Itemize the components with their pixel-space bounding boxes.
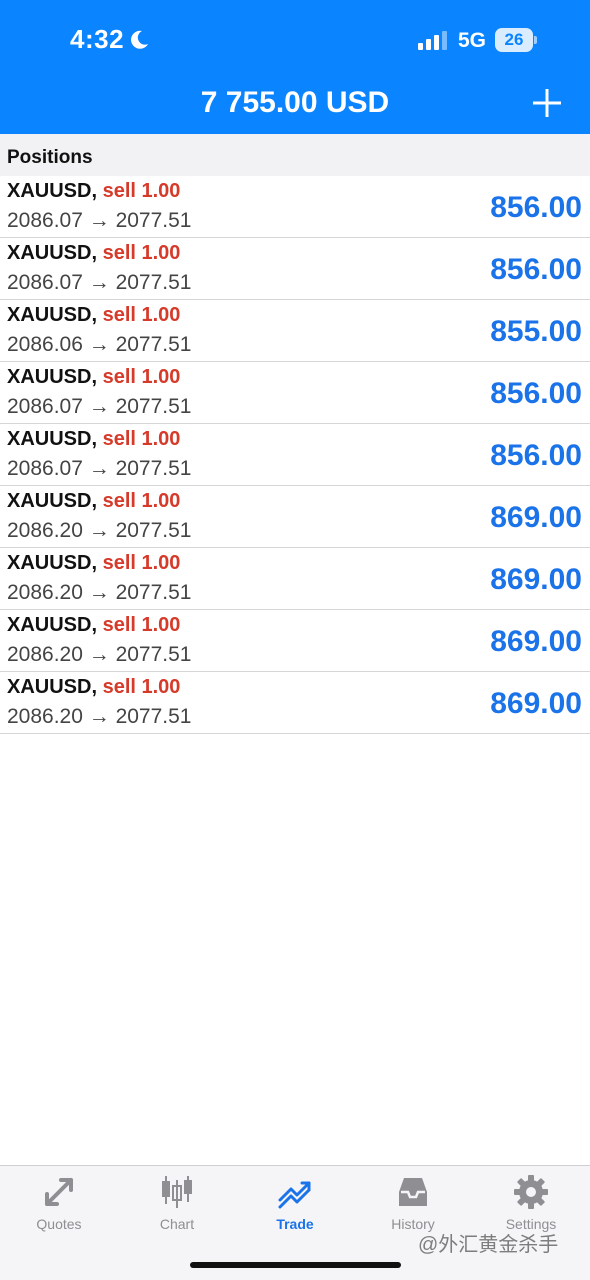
position-profit: 855.00 xyxy=(490,315,582,348)
watermark-text: @外汇黄金杀手 xyxy=(418,1234,559,1256)
position-symbol-line: XAUUSD, sell 1.00 xyxy=(7,304,180,327)
tab-trade[interactable]: Trade xyxy=(236,1166,354,1236)
position-symbol-line: XAUUSD, sell 1.00 xyxy=(7,242,180,265)
position-prices: 2086.20 → 2077.51 xyxy=(7,643,192,666)
position-symbol-line: XAUUSD, sell 1.00 xyxy=(7,490,180,513)
position-symbol: XAUUSD, xyxy=(7,552,98,574)
position-profit: 856.00 xyxy=(490,377,582,410)
position-symbol-line: XAUUSD, sell 1.00 xyxy=(7,428,180,451)
position-side: sell 1.00 xyxy=(102,366,181,388)
position-side: sell 1.00 xyxy=(102,242,181,264)
position-row[interactable]: XAUUSD, sell 1.00 2086.07 → 2077.51 856.… xyxy=(0,238,590,300)
position-prices: 2086.07 → 2077.51 xyxy=(7,271,192,294)
position-symbol: XAUUSD, xyxy=(7,366,98,388)
position-profit: 869.00 xyxy=(490,625,582,658)
account-balance: 7 755.00 USD xyxy=(200,86,390,119)
position-side: sell 1.00 xyxy=(102,490,181,512)
network-type: 5G xyxy=(458,29,487,52)
trade-trend-icon xyxy=(278,1181,311,1209)
position-row[interactable]: XAUUSD, sell 1.00 2086.07 → 2077.51 856.… xyxy=(0,362,590,424)
position-side: sell 1.00 xyxy=(102,180,181,202)
app-header: 4:32 5G 26 7 755.00 USD xyxy=(0,0,590,134)
position-prices: 2086.07 → 2077.51 xyxy=(7,457,192,480)
cellular-signal-icon xyxy=(418,31,447,50)
tab-label: Trade xyxy=(276,1216,314,1232)
home-indicator[interactable] xyxy=(190,1262,401,1268)
position-symbol-line: XAUUSD, sell 1.00 xyxy=(7,180,180,203)
position-profit: 856.00 xyxy=(490,439,582,472)
quotes-arrows-icon xyxy=(45,1178,73,1206)
position-row[interactable]: XAUUSD, sell 1.00 2086.20 → 2077.51 869.… xyxy=(0,672,590,734)
inbox-tray-icon xyxy=(399,1178,427,1206)
position-row[interactable]: XAUUSD, sell 1.00 2086.20 → 2077.51 869.… xyxy=(0,486,590,548)
position-row[interactable]: XAUUSD, sell 1.00 2086.20 → 2077.51 869.… xyxy=(0,548,590,610)
position-prices: 2086.20 → 2077.51 xyxy=(7,705,192,728)
position-symbol: XAUUSD, xyxy=(7,428,98,450)
position-prices: 2086.07 → 2077.51 xyxy=(7,395,192,418)
battery-icon: 26 xyxy=(495,28,537,52)
battery-level: 26 xyxy=(495,28,533,52)
status-time: 4:32 xyxy=(70,24,125,54)
position-symbol: XAUUSD, xyxy=(7,676,98,698)
position-symbol: XAUUSD, xyxy=(7,180,98,202)
tab-label: Chart xyxy=(159,1216,195,1232)
position-profit: 856.00 xyxy=(490,191,582,224)
tab-label: Quotes xyxy=(36,1216,82,1232)
positions-section-header: Positions xyxy=(0,134,590,176)
position-symbol: XAUUSD, xyxy=(7,242,98,264)
position-prices: 2086.20 → 2077.51 xyxy=(7,581,192,604)
candlestick-icon xyxy=(162,1176,192,1208)
status-bar: 4:32 5G 26 xyxy=(0,0,590,80)
position-row[interactable]: XAUUSD, sell 1.00 2086.06 → 2077.51 855.… xyxy=(0,300,590,362)
moon-icon xyxy=(131,30,148,49)
position-symbol: XAUUSD, xyxy=(7,490,98,512)
position-symbol-line: XAUUSD, sell 1.00 xyxy=(7,552,180,575)
add-order-button[interactable] xyxy=(530,86,564,120)
position-profit: 869.00 xyxy=(490,687,582,720)
position-profit: 856.00 xyxy=(490,253,582,286)
position-side: sell 1.00 xyxy=(102,676,181,698)
position-prices: 2086.20 → 2077.51 xyxy=(7,519,192,542)
tab-quotes[interactable]: Quotes xyxy=(0,1166,118,1236)
tab-settings[interactable]: Settings xyxy=(472,1166,590,1236)
position-symbol: XAUUSD, xyxy=(7,304,98,326)
battery-tip xyxy=(534,36,537,44)
position-symbol-line: XAUUSD, sell 1.00 xyxy=(7,676,180,699)
position-side: sell 1.00 xyxy=(102,614,181,636)
position-symbol-line: XAUUSD, sell 1.00 xyxy=(7,366,180,389)
tab-chart[interactable]: Chart xyxy=(118,1166,236,1236)
section-title: Positions xyxy=(7,147,93,168)
position-row[interactable]: XAUUSD, sell 1.00 2086.07 → 2077.51 856.… xyxy=(0,424,590,486)
tab-history[interactable]: History xyxy=(354,1166,472,1236)
position-profit: 869.00 xyxy=(490,501,582,534)
position-symbol-line: XAUUSD, sell 1.00 xyxy=(7,614,180,637)
position-symbol: XAUUSD, xyxy=(7,614,98,636)
position-row[interactable]: XAUUSD, sell 1.00 2086.20 → 2077.51 869.… xyxy=(0,610,590,672)
position-side: sell 1.00 xyxy=(102,304,181,326)
position-prices: 2086.06 → 2077.51 xyxy=(7,333,192,356)
position-profit: 869.00 xyxy=(490,563,582,596)
gear-icon xyxy=(514,1175,548,1209)
position-side: sell 1.00 xyxy=(102,428,181,450)
positions-list: XAUUSD, sell 1.00 2086.07 → 2077.51 856.… xyxy=(0,176,590,734)
position-row[interactable]: XAUUSD, sell 1.00 2086.07 → 2077.51 856.… xyxy=(0,176,590,238)
position-prices: 2086.07 → 2077.51 xyxy=(7,209,192,232)
position-side: sell 1.00 xyxy=(102,552,181,574)
